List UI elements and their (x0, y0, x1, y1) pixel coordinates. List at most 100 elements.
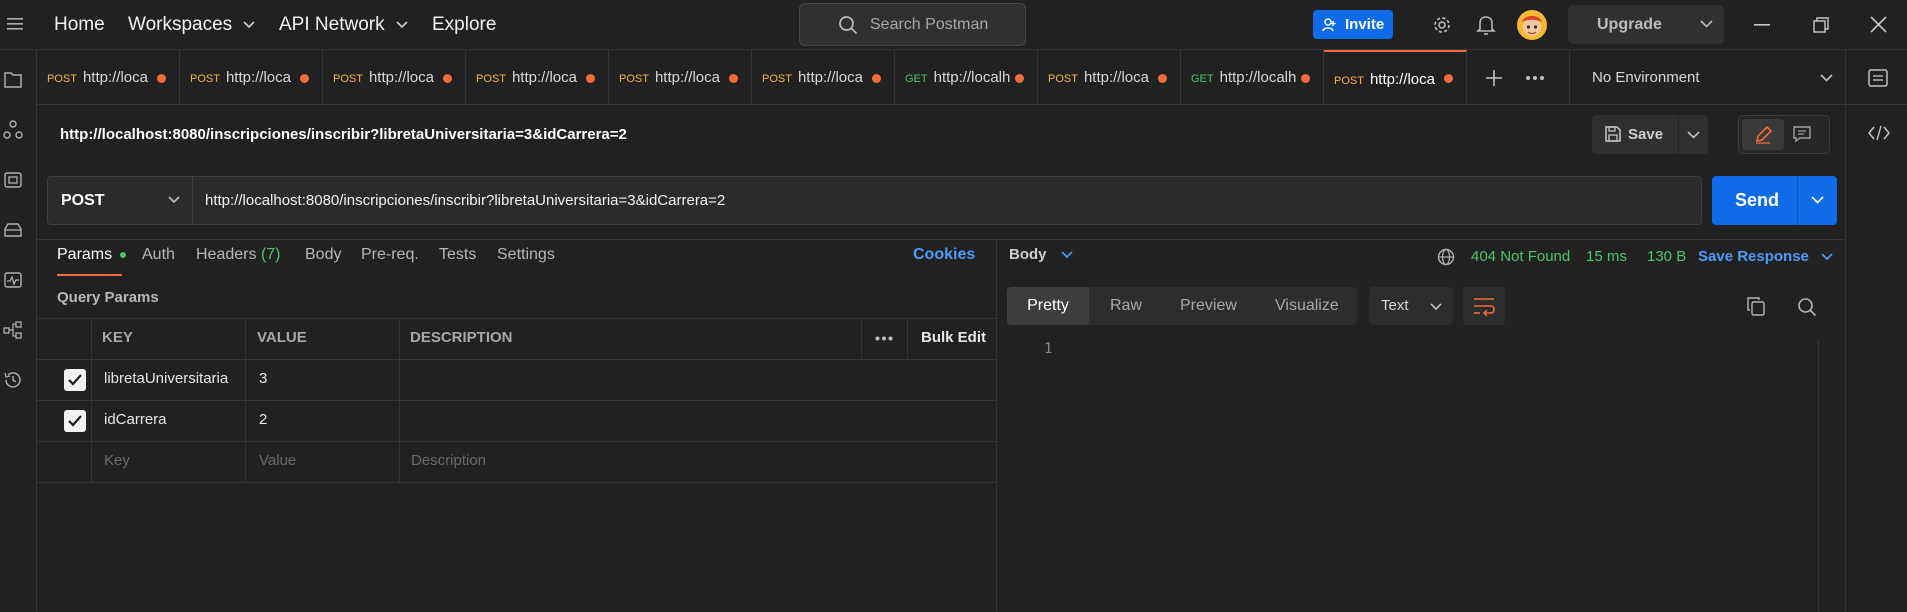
column-options-icon[interactable] (875, 336, 893, 341)
nav-workspaces[interactable]: Workspaces (128, 0, 256, 50)
tab-visualize[interactable]: Visualize (1275, 287, 1339, 325)
environments-icon[interactable] (3, 170, 23, 190)
flows-icon[interactable] (3, 320, 23, 340)
tabs-more-icon[interactable] (1525, 75, 1545, 81)
tab-preview[interactable]: Preview (1180, 287, 1237, 325)
unsaved-dot-icon[interactable] (300, 74, 309, 83)
hamburger-menu-icon[interactable] (7, 17, 23, 31)
tab-url: http://loca (654, 69, 720, 86)
unsaved-dot-icon[interactable] (1301, 74, 1310, 83)
response-status[interactable]: 404 Not Found (1471, 248, 1570, 265)
cookies-link[interactable]: Cookies (913, 246, 975, 264)
request-tab[interactable]: POST http://loca (609, 50, 752, 105)
collections-icon[interactable] (3, 70, 23, 90)
request-tab[interactable]: POST http://loca (323, 50, 466, 105)
tab-raw[interactable]: Raw (1110, 287, 1142, 325)
minimize-window-icon[interactable] (1754, 24, 1770, 26)
nav-explore[interactable]: Explore (432, 0, 496, 50)
send-button[interactable]: Send (1712, 176, 1837, 225)
unsaved-dot-icon[interactable] (872, 74, 881, 83)
environment-quick-look-icon[interactable] (1868, 68, 1888, 88)
chevron-down-icon (168, 196, 180, 204)
param-checkbox[interactable] (64, 410, 86, 432)
request-tab-active[interactable]: POST http://loca (1324, 50, 1467, 105)
bulk-edit-button[interactable]: Bulk Edit (921, 318, 986, 358)
param-value[interactable]: 2 (259, 400, 267, 440)
copy-icon[interactable] (1747, 297, 1765, 316)
comments-icon[interactable] (1792, 125, 1812, 143)
request-tab[interactable]: POST http://loca (37, 50, 180, 105)
tab-prereq[interactable]: Pre-req. (361, 246, 419, 264)
tab-settings[interactable]: Settings (497, 246, 555, 264)
param-key[interactable]: libretaUniversitaria (104, 359, 228, 399)
save-divider (1678, 115, 1679, 154)
tab-tests[interactable]: Tests (439, 246, 476, 264)
new-param-value-input[interactable]: Value (259, 441, 296, 481)
response-size[interactable]: 130 B (1647, 248, 1686, 265)
apis-icon[interactable] (3, 120, 23, 140)
param-value[interactable]: 3 (259, 359, 267, 399)
request-tab[interactable]: POST http://loca (1038, 50, 1181, 105)
request-tab[interactable]: POST http://loca (180, 50, 323, 105)
upgrade-label: Upgrade (1597, 16, 1662, 33)
close-window-icon[interactable] (1870, 16, 1887, 33)
request-tab[interactable]: POST http://loca (752, 50, 895, 105)
response-time[interactable]: 15 ms (1586, 248, 1627, 265)
response-format-select[interactable]: Text (1369, 287, 1453, 325)
edit-pencil-icon[interactable] (1742, 119, 1784, 150)
unsaved-dot-icon[interactable] (1158, 74, 1167, 83)
invite-button[interactable]: Invite (1313, 10, 1393, 39)
unsaved-dot-icon[interactable] (157, 74, 166, 83)
nav-api-network[interactable]: API Network (279, 0, 408, 50)
gear-icon[interactable] (1431, 14, 1453, 36)
unsaved-dot-icon[interactable] (1444, 74, 1453, 83)
tab-pretty[interactable]: Pretty (1007, 287, 1089, 325)
param-checkbox[interactable] (64, 369, 86, 391)
monitors-icon[interactable] (3, 270, 23, 290)
tab-body[interactable]: Body (305, 246, 341, 264)
new-param-description-input[interactable]: Description (411, 441, 486, 481)
save-button[interactable]: Save (1592, 115, 1708, 154)
tab-auth[interactable]: Auth (142, 246, 175, 264)
bell-icon[interactable] (1476, 14, 1496, 36)
upgrade-button[interactable]: Upgrade (1568, 5, 1724, 44)
tab-headers[interactable]: Headers (7) (196, 246, 281, 264)
unsaved-dot-icon[interactable] (729, 74, 738, 83)
param-key[interactable]: idCarrera (104, 400, 167, 440)
request-tab[interactable]: GET http://localh (1181, 50, 1324, 105)
invite-label: Invite (1345, 16, 1385, 33)
unsaved-dot-icon[interactable] (443, 74, 452, 83)
new-param-key-input[interactable]: Key (104, 441, 130, 481)
method-select[interactable]: POST (48, 177, 193, 224)
response-body-selector[interactable]: Body (1009, 246, 1073, 263)
wrap-lines-icon[interactable] (1463, 287, 1505, 325)
response-body-editor[interactable]: 1 (1007, 340, 1844, 612)
row-divider (37, 482, 996, 483)
restore-window-icon[interactable] (1813, 17, 1829, 33)
search-icon[interactable] (1797, 297, 1817, 317)
chevron-down-icon[interactable] (1700, 20, 1713, 28)
avatar[interactable] (1517, 10, 1547, 40)
environment-selector[interactable]: No Environment (1570, 50, 1837, 105)
code-snippet-icon[interactable] (1868, 125, 1890, 141)
editor-scrollbar[interactable] (1818, 340, 1819, 612)
panel-splitter[interactable] (996, 240, 997, 612)
unsaved-dot-icon[interactable] (1015, 74, 1024, 83)
new-tab-plus-icon[interactable] (1485, 69, 1503, 87)
save-response-button[interactable]: Save Response (1698, 248, 1833, 265)
search-input[interactable]: Search Postman (799, 3, 1026, 46)
url-bar: POST http://localhost:8080/inscripciones… (47, 176, 1702, 225)
mock-servers-icon[interactable] (3, 220, 23, 240)
chevron-down-icon[interactable] (1811, 196, 1824, 204)
globe-icon[interactable] (1437, 248, 1455, 266)
tab-params[interactable]: Params (57, 246, 126, 264)
unsaved-dot-icon[interactable] (586, 74, 595, 83)
nav-home[interactable]: Home (54, 0, 105, 50)
tab-method: GET (905, 73, 928, 85)
request-tab[interactable]: POST http://loca (466, 50, 609, 105)
chevron-down-icon[interactable] (1687, 131, 1700, 139)
request-tab[interactable]: GET http://localh (895, 50, 1038, 105)
history-icon[interactable] (3, 370, 23, 390)
url-input[interactable]: http://localhost:8080/inscripciones/insc… (205, 177, 725, 224)
request-title[interactable]: http://localhost:8080/inscripciones/insc… (60, 126, 627, 143)
